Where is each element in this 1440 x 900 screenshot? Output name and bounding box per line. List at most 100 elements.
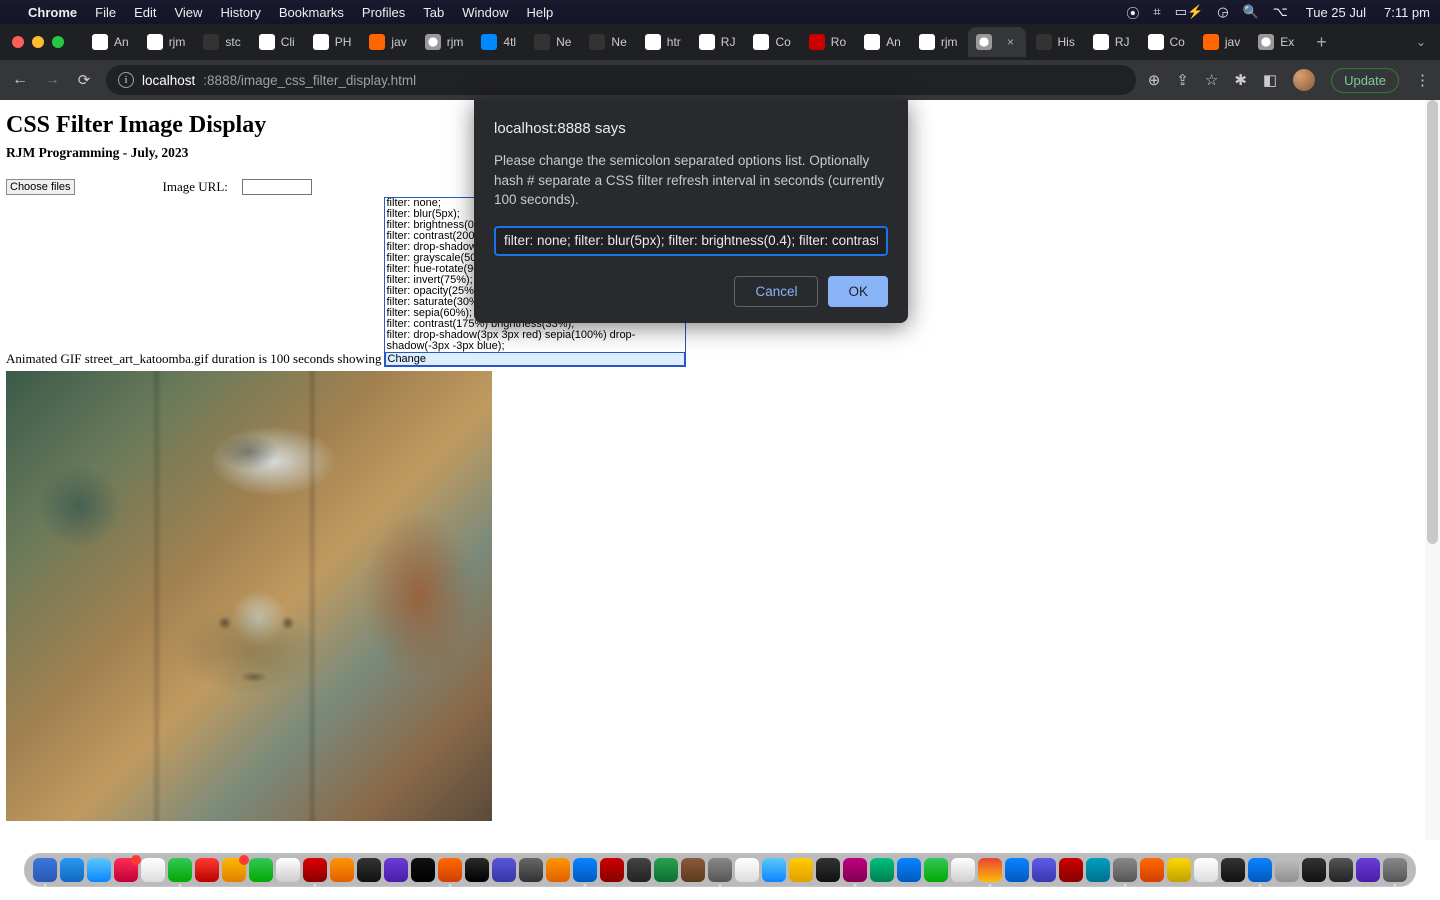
- dock-app-icon[interactable]: [1059, 858, 1083, 882]
- menu-file[interactable]: File: [95, 5, 116, 20]
- image-url-input[interactable]: [242, 179, 312, 195]
- choose-files-button[interactable]: Choose files: [6, 179, 75, 195]
- browser-tab[interactable]: Cli: [251, 27, 303, 57]
- browser-tab[interactable]: Ne: [581, 27, 634, 57]
- profile-avatar[interactable]: [1293, 69, 1315, 91]
- browser-tab[interactable]: Co: [745, 27, 798, 57]
- menubar-date[interactable]: Tue 25 Jul: [1306, 5, 1366, 20]
- dock-app-icon[interactable]: [924, 858, 948, 882]
- dock-app-icon[interactable]: [951, 858, 975, 882]
- window-minimize-button[interactable]: [32, 36, 44, 48]
- update-button[interactable]: Update: [1331, 68, 1399, 93]
- browser-tab[interactable]: rjm: [417, 27, 472, 57]
- site-info-icon[interactable]: i: [118, 72, 134, 88]
- dock-app-icon[interactable]: [573, 858, 597, 882]
- bluetooth-icon[interactable]: ⌗: [1153, 4, 1160, 20]
- dock-app-icon[interactable]: [1329, 858, 1353, 882]
- dock-app-icon[interactable]: [978, 858, 1002, 882]
- dock-app-icon[interactable]: [870, 858, 894, 882]
- browser-tab[interactable]: jav: [361, 27, 414, 57]
- dock-app-icon[interactable]: [438, 858, 462, 882]
- menu-tab[interactable]: Tab: [423, 5, 444, 20]
- dock-app-icon[interactable]: [465, 858, 489, 882]
- browser-tab[interactable]: jav: [1195, 27, 1248, 57]
- dock-app-icon[interactable]: [249, 858, 273, 882]
- share-icon[interactable]: ⇪: [1176, 71, 1189, 89]
- dock-app-icon[interactable]: [600, 858, 624, 882]
- browser-tab[interactable]: Ne: [526, 27, 579, 57]
- browser-tab[interactable]: His: [1028, 27, 1083, 57]
- browser-tab[interactable]: ×: [968, 27, 1026, 57]
- browser-tab[interactable]: PH: [305, 27, 360, 57]
- browser-tab[interactable]: RJ: [1085, 27, 1138, 57]
- browser-tab[interactable]: 4tl: [473, 27, 524, 57]
- dock-app-icon[interactable]: [114, 858, 138, 882]
- filter-option[interactable]: filter: drop-shadow(3px 3px red) sepia(1…: [385, 330, 685, 352]
- tab-close-button[interactable]: ×: [1004, 35, 1018, 49]
- battery-icon[interactable]: ▭⚡: [1175, 4, 1203, 20]
- dock-app-icon[interactable]: [1356, 858, 1380, 882]
- dock-app-icon[interactable]: [519, 858, 543, 882]
- app-name[interactable]: Chrome: [28, 5, 77, 20]
- screen-record-icon[interactable]: ⦿: [1126, 3, 1139, 22]
- menu-bookmarks[interactable]: Bookmarks: [279, 5, 344, 20]
- browser-tab[interactable]: Co: [1140, 27, 1193, 57]
- browser-tab[interactable]: An: [84, 27, 137, 57]
- dock-app-icon[interactable]: [1140, 858, 1164, 882]
- sidepanel-icon[interactable]: ◧: [1263, 71, 1277, 89]
- menubar-time[interactable]: 7:11 pm: [1384, 5, 1430, 20]
- dock-app-icon[interactable]: [1248, 858, 1272, 882]
- omnibox[interactable]: i localhost:8888/image_css_filter_displa…: [106, 65, 1136, 95]
- dock-app-icon[interactable]: [492, 858, 516, 882]
- dock-app-icon[interactable]: [303, 858, 327, 882]
- dialog-ok-button[interactable]: OK: [828, 276, 888, 307]
- dock-app-icon[interactable]: [87, 858, 111, 882]
- forward-button[interactable]: →: [42, 71, 62, 89]
- all-tabs-button[interactable]: ⌄: [1402, 35, 1440, 49]
- dock-app-icon[interactable]: [276, 858, 300, 882]
- dock-app-icon[interactable]: [1302, 858, 1326, 882]
- dock-app-icon[interactable]: [1113, 858, 1137, 882]
- dock-app-icon[interactable]: [222, 858, 246, 882]
- menu-view[interactable]: View: [174, 5, 202, 20]
- dock-app-icon[interactable]: [141, 858, 165, 882]
- dock-app-icon[interactable]: [1194, 858, 1218, 882]
- dialog-cancel-button[interactable]: Cancel: [734, 276, 818, 307]
- browser-tab[interactable]: htr: [637, 27, 689, 57]
- dock-app-icon[interactable]: [843, 858, 867, 882]
- dock-app-icon[interactable]: [1005, 858, 1029, 882]
- menu-history[interactable]: History: [220, 5, 260, 20]
- spotlight-icon[interactable]: 🔍: [1243, 4, 1259, 20]
- browser-tab[interactable]: Ro: [801, 27, 854, 57]
- dock-app-icon[interactable]: [654, 858, 678, 882]
- dock-app-icon[interactable]: [708, 858, 732, 882]
- dock-app-icon[interactable]: [627, 858, 651, 882]
- dock-app-icon[interactable]: [1167, 858, 1191, 882]
- bookmark-star-icon[interactable]: ☆: [1205, 71, 1218, 89]
- dock-app-icon[interactable]: [384, 858, 408, 882]
- dock-app-icon[interactable]: [411, 858, 435, 882]
- zoom-icon[interactable]: ⊕: [1148, 71, 1161, 89]
- dock-app-icon[interactable]: [735, 858, 759, 882]
- browser-tab[interactable]: rjm: [911, 27, 966, 57]
- change-button[interactable]: Change: [385, 352, 685, 366]
- chrome-menu-icon[interactable]: ⋮: [1415, 71, 1430, 89]
- dock-app-icon[interactable]: [168, 858, 192, 882]
- browser-tab[interactable]: rjm: [139, 27, 194, 57]
- wifi-icon[interactable]: ◶: [1217, 4, 1228, 20]
- dock-app-icon[interactable]: [1086, 858, 1110, 882]
- dock-app-icon[interactable]: [1221, 858, 1245, 882]
- back-button[interactable]: ←: [10, 71, 30, 89]
- dock-app-icon[interactable]: [681, 858, 705, 882]
- browser-tab[interactable]: stc: [195, 27, 248, 57]
- reload-button[interactable]: ⟳: [74, 71, 94, 89]
- browser-tab[interactable]: An: [856, 27, 909, 57]
- dock-app-icon[interactable]: [60, 858, 84, 882]
- new-tab-button[interactable]: +: [1306, 32, 1337, 53]
- dock-app-icon[interactable]: [546, 858, 570, 882]
- dock-app-icon[interactable]: [789, 858, 813, 882]
- dock-app-icon[interactable]: [330, 858, 354, 882]
- menu-window[interactable]: Window: [462, 5, 508, 20]
- window-close-button[interactable]: [12, 36, 24, 48]
- vertical-scrollbar[interactable]: [1425, 100, 1440, 840]
